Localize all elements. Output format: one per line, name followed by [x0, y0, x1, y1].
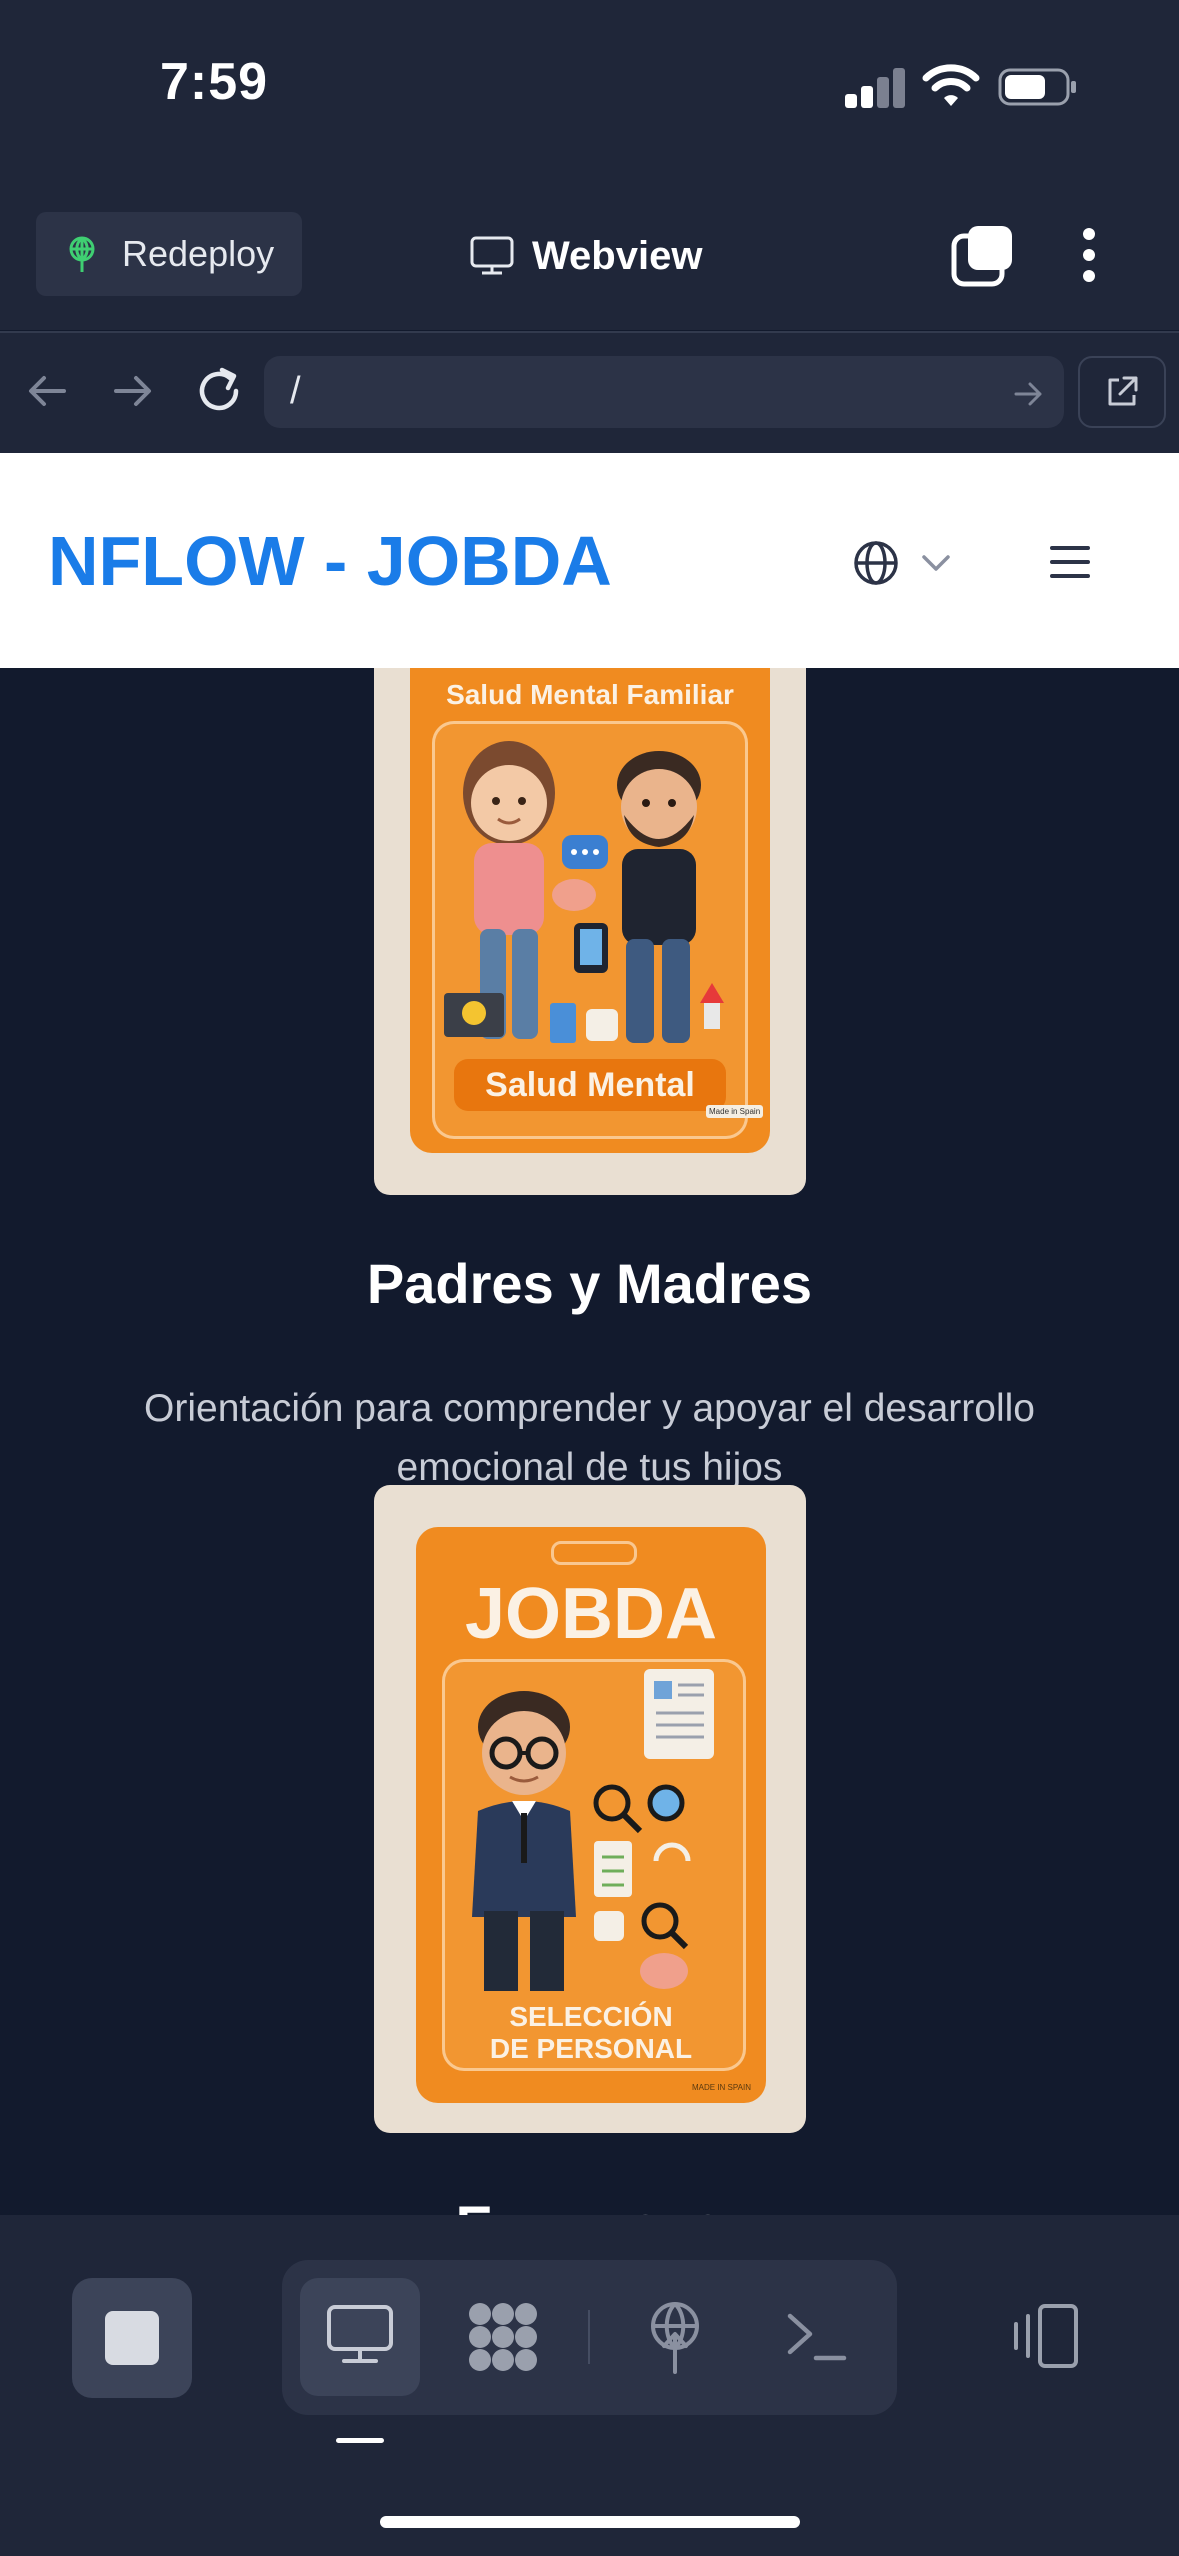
- jobda-brand: JOBDA: [464, 1574, 718, 1654]
- section-title-companies: Empresas: [0, 2193, 1179, 2215]
- jobda-banner: SELECCIÓN DE PERSONAL: [450, 2001, 732, 2073]
- more-icon[interactable]: [1070, 222, 1108, 288]
- monitor-icon: [470, 236, 514, 275]
- stop-icon: [105, 2311, 159, 2365]
- active-tool-indicator: [336, 2438, 384, 2443]
- hang-hole: [551, 1541, 637, 1565]
- section-desc-parents: Orientación para comprender y apoyar el …: [144, 1387, 1035, 1489]
- jobda-banner-line2: DE PERSONAL: [489, 2033, 693, 2064]
- agent-icon[interactable]: [466, 2300, 540, 2374]
- language-selector[interactable]: [852, 535, 972, 591]
- deploy-icon[interactable]: [642, 2300, 708, 2374]
- battery-icon: [998, 68, 1076, 106]
- redeploy-button[interactable]: Redeploy: [36, 212, 302, 296]
- shell-icon[interactable]: [784, 2306, 848, 2366]
- nflow-package: NFLOW Salud Mental Familiar: [410, 613, 770, 1153]
- section-title-parents: Padres y Madres: [366, 1252, 813, 1315]
- jobda-package: JOBDA SELECCIÓN DE PERSONAL MADE IN SPAI…: [416, 1527, 766, 2103]
- webview-tab[interactable]: Webview: [470, 226, 702, 286]
- jobda-banner-line1: SELECCIÓN: [509, 2001, 673, 2032]
- jobda-product-image: JOBDA SELECCIÓN DE PERSONAL MADE IN SPAI…: [374, 1485, 806, 2133]
- reload-icon[interactable]: [192, 364, 246, 418]
- nflow-made-in: Made in Spain: [706, 1105, 764, 1118]
- back-icon[interactable]: [22, 366, 72, 416]
- nflow-product-image: NFLOW Salud Mental Familiar: [374, 613, 806, 1195]
- menu-icon[interactable]: [1048, 543, 1092, 581]
- devices-icon[interactable]: [1010, 2302, 1082, 2370]
- home-indicator[interactable]: [380, 2516, 800, 2528]
- wifi-icon: [922, 64, 980, 106]
- redeploy-icon: [69, 236, 95, 272]
- jobda-made-in: MADE IN SPAIN: [692, 2083, 751, 2092]
- webview-content: NFLOW - JOBDA NFLOW Salud Mental Familia…: [0, 453, 1179, 2215]
- webview-tool-icon: [327, 2305, 393, 2363]
- chevron-down-icon: [922, 555, 950, 571]
- recruiter-figure-illustration: [472, 1669, 714, 1991]
- nflow-subtitle: Salud Mental Familiar: [446, 679, 734, 710]
- stop-button[interactable]: [72, 2278, 192, 2398]
- tool-divider: [588, 2310, 590, 2364]
- globe-icon: [854, 541, 898, 585]
- url-bar[interactable]: [264, 356, 1064, 428]
- external-link-icon: [1108, 376, 1138, 406]
- forward-icon[interactable]: [108, 366, 158, 416]
- site-title[interactable]: NFLOW - JOBDA: [48, 521, 612, 601]
- redeploy-label: Redeploy: [122, 233, 275, 274]
- status-time: 7:59: [160, 53, 269, 111]
- go-icon[interactable]: [1010, 376, 1046, 412]
- webview-label: Webview: [532, 233, 703, 278]
- site-header: NFLOW - JOBDA: [0, 453, 1179, 668]
- tabs-icon[interactable]: [950, 222, 1016, 288]
- parents-figures-illustration: [444, 741, 724, 1043]
- signal-icon: [845, 66, 907, 108]
- open-external-button[interactable]: [1078, 356, 1166, 428]
- nflow-banner: Salud Mental: [454, 1059, 726, 1111]
- url-text[interactable]: /: [290, 370, 301, 413]
